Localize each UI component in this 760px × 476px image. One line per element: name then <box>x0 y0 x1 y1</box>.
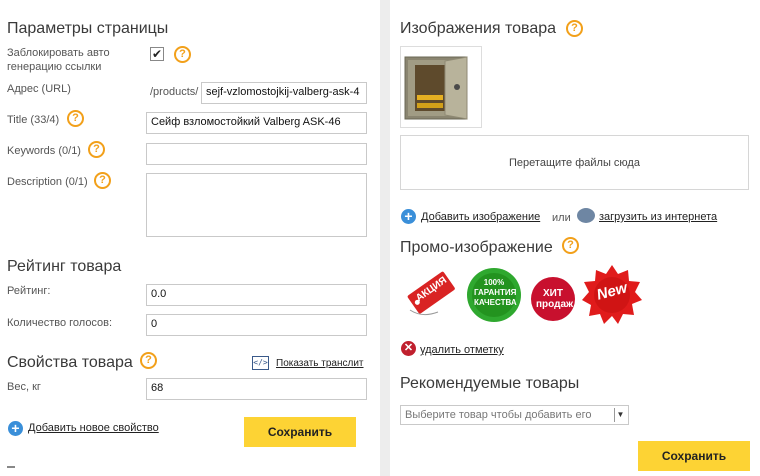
promo-title: Промо-изображение <box>400 239 553 256</box>
lock-url-checkbox[interactable]: ✔ <box>150 47 164 61</box>
keywords-input[interactable] <box>146 143 367 165</box>
url-input[interactable]: sejf-vzlomostojkij-valberg-ask-4 <box>201 82 367 104</box>
product-images-title: Изображения товара <box>400 20 557 37</box>
promo-badge-sale[interactable]: АКЦИЯ <box>402 268 460 320</box>
add-image-icon[interactable]: + <box>401 209 416 224</box>
help-icon[interactable]: ? <box>174 46 191 63</box>
or-text: или <box>552 212 571 224</box>
url-label: Адрес (URL) <box>7 83 71 95</box>
votes-input[interactable]: 0 <box>146 314 367 336</box>
show-translit-link[interactable]: Показать транслит <box>276 358 364 369</box>
recommended-title: Рекомендуемые товары <box>400 375 580 392</box>
description-textarea[interactable] <box>146 173 367 237</box>
promo-badge-hit-text: ХИТ продаж <box>536 288 574 310</box>
meta-title-input[interactable]: Сейф взломостойкий Valberg ASK-46 <box>146 112 367 134</box>
promo-badge-hit[interactable]: ХИТ продаж <box>530 276 576 322</box>
remove-mark-icon[interactable]: ✕ <box>401 341 416 356</box>
add-property-link[interactable]: Добавить новое свойство <box>28 422 159 434</box>
globe-icon <box>577 208 595 223</box>
rating-title: Рейтинг товара <box>7 258 122 275</box>
properties-title: Свойства товара <box>7 354 133 371</box>
help-icon[interactable]: ? <box>562 237 579 254</box>
remove-mark-link[interactable]: удалить отметку <box>420 344 504 356</box>
rating-label: Рейтинг: <box>7 285 51 297</box>
help-icon[interactable]: ? <box>67 110 84 127</box>
url-prefix: /products/ <box>150 86 199 98</box>
page-params-title: Параметры страницы <box>7 20 169 37</box>
help-icon[interactable]: ? <box>88 141 105 158</box>
description-label: Description (0/1) <box>7 176 88 188</box>
save-button[interactable]: Сохранить <box>244 417 356 447</box>
promo-badge-new[interactable]: New <box>582 264 642 326</box>
add-image-link[interactable]: Добавить изображение <box>421 211 540 223</box>
file-dropzone[interactable]: Перетащите файлы сюда <box>400 135 749 190</box>
safe-image <box>404 56 468 120</box>
recommended-save-button[interactable]: Сохранить <box>638 441 750 471</box>
recommended-select[interactable]: Выберите товар чтобы добавить его ▼ <box>400 405 629 425</box>
weight-input[interactable]: 68 <box>146 378 367 400</box>
code-icon: </> <box>252 356 269 370</box>
cut-off-label <box>7 466 15 476</box>
chevron-down-icon: ▼ <box>614 408 626 422</box>
add-property-icon[interactable]: + <box>8 421 23 436</box>
keywords-label: Keywords (0/1) <box>7 145 81 157</box>
promo-badge-guarantee[interactable]: 100% ГАРАНТИЯ КАЧЕСТВА <box>466 266 522 324</box>
weight-label: Вес, кг <box>7 381 41 393</box>
votes-label: Количество голосов: <box>7 317 113 329</box>
recommended-select-placeholder: Выберите товар чтобы добавить его <box>405 409 592 421</box>
help-icon[interactable]: ? <box>94 172 111 189</box>
help-icon[interactable]: ? <box>566 20 583 37</box>
product-image-thumbnail[interactable] <box>400 46 482 128</box>
rating-input[interactable]: 0.0 <box>146 284 367 306</box>
help-icon[interactable]: ? <box>140 352 157 369</box>
title-label: Title (33/4) <box>7 114 60 126</box>
dropzone-text: Перетащите файлы сюда <box>509 156 640 169</box>
promo-badge-guarantee-text: 100% ГАРАНТИЯ КАЧЕСТВА <box>474 278 517 307</box>
lock-url-label: Заблокировать авто генерацию ссылки <box>7 47 110 73</box>
load-from-web-link[interactable]: загрузить из интернета <box>599 211 717 223</box>
